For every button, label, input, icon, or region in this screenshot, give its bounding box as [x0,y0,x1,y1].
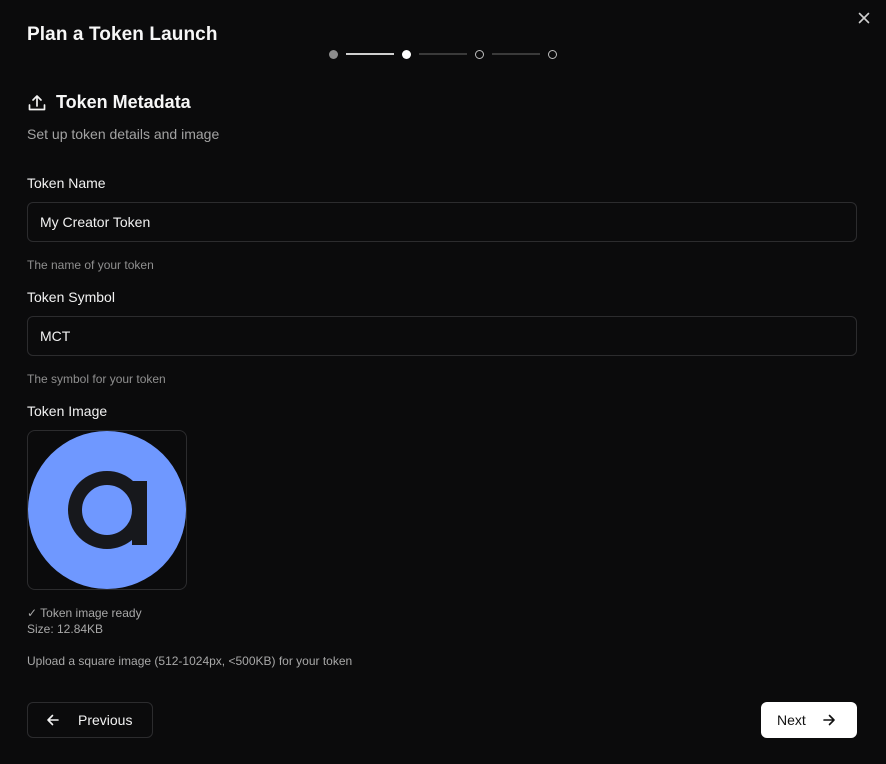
step-connector-3 [492,53,540,55]
step-4-dot [548,49,557,59]
step-1-dot [329,49,338,59]
section-subtitle: Set up token details and image [27,126,220,142]
section-header: Token Metadata [27,92,191,113]
token-name-label: Token Name [27,175,106,191]
plan-token-launch-dialog: Plan a Token Launch Token Metadata Set u… [0,0,886,764]
next-button-label: Next [777,712,806,728]
close-button[interactable] [856,10,872,26]
dialog-title: Plan a Token Launch [27,24,218,45]
step-indicator [329,48,557,60]
previous-button[interactable]: Previous [27,702,153,738]
token-image-upload[interactable] [27,430,187,590]
step-connector-1 [346,53,394,55]
token-image-hint: Upload a square image (512-1024px, <500K… [27,654,353,668]
token-image-preview [28,431,186,589]
step-3-dot [475,49,484,59]
token-symbol-hint: The symbol for your token [27,372,166,386]
next-button[interactable]: Next [761,702,857,738]
section-title: Token Metadata [56,92,191,112]
close-icon [858,12,870,24]
token-name-hint: The name of your token [27,258,154,272]
image-ready-status: ✓ Token image ready [27,606,142,620]
image-size: Size: 12.84KB [27,622,104,636]
token-symbol-label: Token Symbol [27,289,115,305]
token-image-label: Token Image [27,403,108,419]
previous-button-label: Previous [78,712,133,728]
step-2-dot [402,49,411,59]
token-symbol-input[interactable]: MCT [27,316,857,356]
upload-icon [28,94,46,110]
arrow-right-icon [822,714,835,726]
token-name-input[interactable]: My Creator Token [27,202,857,242]
arrow-left-icon [47,714,59,726]
step-connector-2 [419,53,467,55]
